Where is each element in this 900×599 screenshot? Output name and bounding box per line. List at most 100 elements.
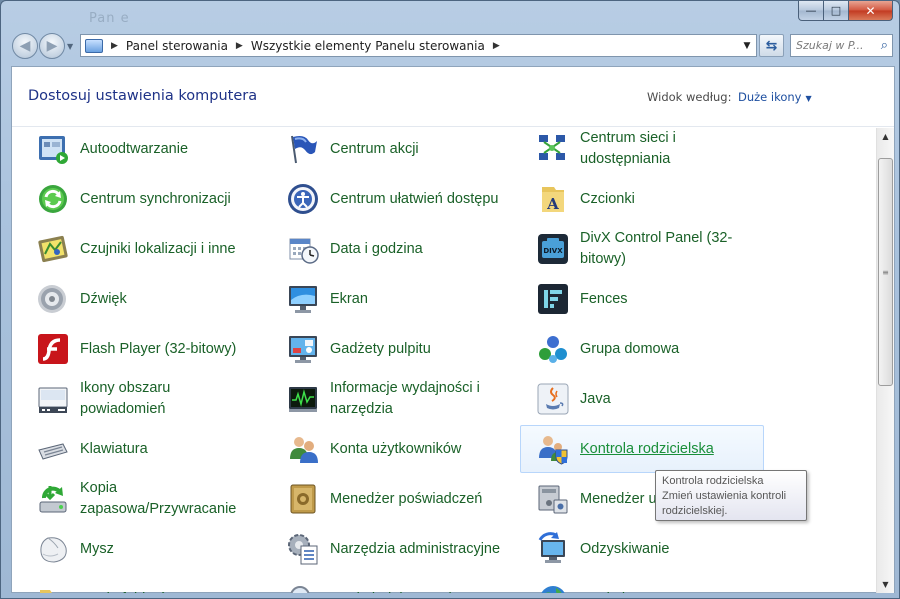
close-button[interactable]: ✕ — [849, 1, 893, 21]
control-panel-item-label: Narzędzia administracyjne — [330, 540, 501, 557]
maximize-button[interactable]: □ — [824, 1, 849, 21]
user-accounts-icon — [286, 432, 320, 466]
view-by-dropdown[interactable]: Duże ikony ▼ — [738, 90, 812, 104]
control-panel-item[interactable]: Fences — [520, 275, 764, 323]
indexing-icon — [286, 582, 320, 593]
control-panel-item-label: Opcje folderów — [80, 589, 177, 594]
control-panel-item-label: DivX Control Panel (32-bitowy) — [580, 230, 733, 267]
fences-icon — [536, 282, 570, 316]
control-panel-item[interactable]: Data i godzina — [270, 225, 510, 273]
breadcrumb-all-items[interactable]: Wszystkie elementy Panelu sterowania — [251, 39, 485, 53]
homegroup-icon — [536, 332, 570, 366]
control-panel-item-label: Opcje indeksowania — [330, 589, 460, 594]
location-sensor-icon — [36, 232, 70, 266]
breadcrumb-control-panel[interactable]: Panel sterowania — [126, 39, 228, 53]
control-panel-item[interactable]: Java — [520, 375, 764, 423]
control-panel-item[interactable]: A Czcionki — [520, 175, 764, 223]
control-panel-item[interactable]: Ikony obszaru powiadomień — [20, 375, 260, 423]
window-ghost-title: Pan e — [89, 11, 130, 26]
keyboard-icon — [36, 432, 70, 466]
scroll-down-button[interactable]: ▼ — [877, 576, 894, 593]
control-panel-item[interactable]: Flash Player (32-bitowy) — [20, 325, 260, 373]
control-panel-item[interactable]: Centrum sieci i udostępniania — [520, 128, 764, 173]
address-dropdown-icon[interactable]: ▼ — [738, 35, 756, 56]
control-panel-item[interactable]: Kopia zapasowa/Przywracanie — [20, 475, 260, 523]
control-panel-item-label: Opcje internetowe — [580, 589, 697, 594]
control-panel-item[interactable]: Kontrola rodzicielska — [520, 425, 764, 473]
vertical-scrollbar[interactable]: ▲ ≡ ▼ — [876, 128, 894, 593]
network-icon — [536, 132, 570, 166]
control-panel-item[interactable]: Odzyskiwanie — [520, 525, 764, 573]
folder-options-icon — [36, 582, 70, 593]
control-panel-item[interactable]: Opcje internetowe — [520, 575, 764, 593]
control-panel-item[interactable]: Ekran — [270, 275, 510, 323]
recovery-icon — [536, 532, 570, 566]
tooltip-title: Kontrola rodzicielska — [662, 475, 764, 487]
scroll-up-button[interactable]: ▲ — [877, 128, 894, 145]
control-panel-item-label: Centrum sieci i udostępniania — [580, 130, 676, 167]
control-panel-item[interactable]: Centrum akcji — [270, 128, 510, 173]
control-panel-item[interactable]: Opcje indeksowania — [270, 575, 510, 593]
flash-player-icon — [36, 332, 70, 366]
refresh-button[interactable]: ⇆ — [759, 34, 784, 57]
control-panel-item[interactable]: Gadżety pulpitu — [270, 325, 510, 373]
svg-text:DIVX: DIVX — [543, 247, 563, 255]
search-input[interactable] — [796, 39, 876, 52]
control-panel-item-label: Flash Player (32-bitowy) — [80, 340, 237, 357]
mouse-icon — [36, 532, 70, 566]
control-panel-item-label: Autoodtwarzanie — [80, 140, 189, 157]
search-icon[interactable]: ⌕ — [881, 38, 888, 53]
autoplay-icon — [36, 132, 70, 166]
control-panel-item-label: Odzyskiwanie — [580, 540, 670, 557]
control-panel-item[interactable]: Konta użytkowników — [270, 425, 510, 473]
internet-options-icon — [536, 582, 570, 593]
control-panel-item[interactable]: Menedżer poświadczeń — [270, 475, 510, 523]
control-panel-icon — [85, 38, 103, 53]
address-bar[interactable]: ▶ Panel sterowania ▶ Wszystkie elementy … — [80, 34, 757, 57]
control-panel-item-label: Kontrola rodzicielska — [580, 440, 714, 457]
control-panel-item-label: Ikony obszaru powiadomień — [80, 380, 171, 417]
control-panel-item-label: Grupa domowa — [580, 340, 680, 357]
search-box[interactable]: ⌕ — [790, 34, 893, 57]
tooltip-description: Zmień ustawienia kontroli rodzicielskiej… — [662, 490, 787, 517]
monitor-icon — [286, 282, 320, 316]
back-button[interactable]: ◀ — [12, 33, 38, 59]
control-panel-item-label: Ekran — [330, 290, 368, 307]
speaker-icon — [36, 282, 70, 316]
control-panel-item-label: Informacje wydajności i narzędzia — [330, 380, 480, 417]
tooltip: Kontrola rodzicielska Zmień ustawienia k… — [655, 470, 807, 521]
control-panel-item[interactable]: Mysz — [20, 525, 260, 573]
recent-pages-button[interactable]: ▼ — [67, 42, 73, 51]
control-panel-item-label: Centrum synchronizacji — [80, 190, 231, 207]
calendar-clock-icon — [286, 232, 320, 266]
control-panel-item[interactable]: Grupa domowa — [520, 325, 764, 373]
control-panel-item-label: Centrum akcji — [330, 140, 419, 157]
divx-icon: DIVX — [536, 232, 570, 266]
control-panel-item[interactable]: Centrum ułatwień dostępu — [270, 175, 510, 223]
control-panel-item-label: Centrum ułatwień dostępu — [330, 190, 499, 207]
breadcrumb-chevron-icon[interactable]: ▶ — [236, 41, 243, 51]
minimize-button[interactable]: — — [798, 1, 824, 21]
control-panel-item[interactable]: Opcje folderów — [20, 575, 260, 593]
java-icon — [536, 382, 570, 416]
forward-button[interactable]: ▶ — [39, 33, 65, 59]
scroll-thumb[interactable]: ≡ — [878, 158, 893, 386]
control-panel-item-label: Java — [580, 390, 611, 407]
control-panel-item-label: Konta użytkowników — [330, 440, 462, 457]
control-panel-item[interactable]: Czujniki lokalizacji i inne — [20, 225, 260, 273]
control-panel-item-label: Czcionki — [580, 190, 635, 207]
control-panel-window: Pan e — □ ✕ ◀ ▶ ▼ ▶ Panel sterowania ▶ W… — [0, 0, 900, 599]
control-panel-item[interactable]: Dźwięk — [20, 275, 260, 323]
control-panel-item[interactable]: DIVX DivX Control Panel (32-bitowy) — [520, 225, 764, 273]
control-panel-item[interactable]: Informacje wydajności i narzędzia — [270, 375, 510, 423]
sync-icon — [36, 182, 70, 216]
breadcrumb-chevron-icon[interactable]: ▶ — [111, 41, 118, 51]
control-panel-item-label: Mysz — [80, 540, 114, 557]
control-panel-item[interactable]: Centrum synchronizacji — [20, 175, 260, 223]
breadcrumb-chevron-icon[interactable]: ▶ — [493, 41, 500, 51]
refresh-icon: ⇆ — [765, 37, 778, 54]
control-panel-item[interactable]: Autoodtwarzanie — [20, 128, 260, 173]
control-panel-item-label: Fences — [580, 290, 628, 307]
control-panel-item[interactable]: Klawiatura — [20, 425, 260, 473]
control-panel-item[interactable]: Narzędzia administracyjne — [270, 525, 510, 573]
